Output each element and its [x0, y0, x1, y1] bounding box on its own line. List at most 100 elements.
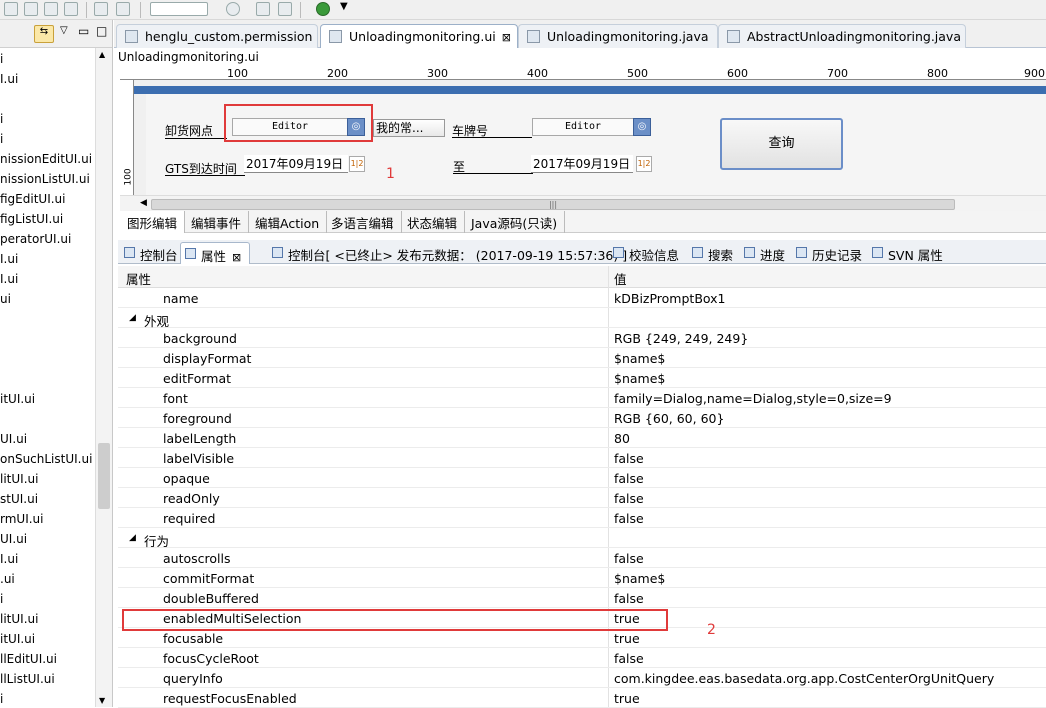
toolbar-icon-4[interactable] [64, 2, 78, 16]
tree-item[interactable]: figEditUI.ui [0, 192, 66, 206]
property-value[interactable]: false [614, 551, 644, 566]
tab-abstract-unloadingmonitoring-java[interactable]: AbstractUnloadingmonitoring.java [718, 24, 966, 48]
tab-console-publish[interactable]: 控制台[ <已终止> 发布元数据： (2017-09-19 15:57:36) … [268, 242, 631, 264]
toolbar-icon-7[interactable] [256, 2, 270, 16]
minimize-icon[interactable]: ▭ [78, 24, 89, 38]
tree-item[interactable]: i [0, 692, 3, 706]
plate-number-editor[interactable]: Editor [532, 118, 634, 136]
tab-henglu-permission[interactable]: henglu_custom.permission [116, 24, 318, 48]
scroll-down-icon[interactable]: ▼ [99, 696, 105, 705]
tab-state-edit[interactable]: 状态编辑 [400, 211, 466, 233]
tree-item[interactable]: nissionEditUI.ui [0, 152, 92, 166]
property-value[interactable]: RGB {60, 60, 60} [614, 411, 724, 426]
tab-svn-properties[interactable]: SVN 属性 [868, 242, 947, 264]
package-explorer-scrollbar[interactable]: ▲ ▼ [95, 48, 112, 707]
tab-multilang-edit[interactable]: 多语言编辑 [324, 211, 402, 233]
close-tab-icon[interactable]: ⊠ [502, 31, 511, 44]
property-value[interactable]: false [614, 451, 644, 466]
property-row[interactable]: background RGB {249, 249, 249} [118, 328, 1046, 348]
tree-item[interactable]: I.ui [0, 252, 18, 266]
property-row[interactable]: labelVisible false [118, 448, 1046, 468]
tree-item[interactable]: UI.ui [0, 532, 27, 546]
link-editor-icon[interactable]: ⇆ [34, 25, 54, 43]
property-row[interactable]: commitFormat $name$ [118, 568, 1046, 588]
tab-unloadingmonitoring-java[interactable]: Unloadingmonitoring.java [518, 24, 718, 48]
property-value[interactable]: false [614, 511, 644, 526]
debug-icon[interactable] [226, 2, 240, 16]
tree-item[interactable]: I.ui [0, 72, 18, 86]
run-icon[interactable] [316, 2, 330, 16]
run-dropdown-icon[interactable]: ▼ [340, 1, 348, 12]
toolbar-icon-8[interactable] [278, 2, 292, 16]
expand-icon[interactable]: ◢ [129, 313, 136, 323]
tree-item[interactable]: i [0, 112, 3, 126]
tree-item[interactable]: litUI.ui [0, 472, 38, 486]
my-common-button[interactable]: 我的常... [373, 119, 445, 137]
tree-item[interactable]: i [0, 132, 3, 146]
tab-edit-events[interactable]: 编辑事件 [184, 211, 250, 233]
tab-validation[interactable]: 校验信息 [609, 242, 683, 264]
scroll-thumb[interactable] [98, 443, 110, 509]
property-row[interactable]: focusCycleRoot false [118, 648, 1046, 668]
tab-edit-action[interactable]: 编辑Action [248, 211, 328, 233]
expand-icon[interactable]: ◢ [129, 533, 136, 543]
scroll-up-icon[interactable]: ▲ [99, 50, 105, 59]
tree-item[interactable]: .ui [0, 572, 15, 586]
tree-item[interactable]: I.ui [0, 272, 18, 286]
tree-item[interactable]: stUI.ui [0, 492, 38, 506]
property-value[interactable]: 80 [614, 431, 630, 446]
property-value[interactable]: kDBizPromptBox1 [614, 291, 726, 306]
calendar-icon[interactable]: 1|2 [349, 156, 365, 172]
view-menu-icon[interactable]: ▽ [60, 25, 68, 36]
toolbar-icon-3[interactable] [44, 2, 58, 16]
tree-item[interactable]: llEditUI.ui [0, 652, 57, 666]
property-row[interactable]: name kDBizPromptBox1 [118, 288, 1046, 308]
tree-item[interactable]: UI.ui [0, 432, 27, 446]
property-row[interactable]: required false [118, 508, 1046, 528]
canvas-hscrollbar[interactable]: ◀ ||| [120, 195, 1046, 211]
property-value[interactable]: RGB {249, 249, 249} [614, 331, 748, 346]
tab-graphic-edit[interactable]: 图形编辑 [120, 211, 186, 233]
property-value[interactable]: family=Dialog,name=Dialog,style=0,size=9 [614, 391, 892, 406]
tree-item[interactable]: litUI.ui [0, 612, 38, 626]
toolbar-icon-6[interactable] [116, 2, 130, 16]
date-from-field[interactable]: 2017年09月19日 [244, 155, 348, 173]
property-category[interactable]: ◢ 外观 [118, 308, 1046, 329]
tree-item[interactable]: peratorUI.ui [0, 232, 71, 246]
property-value[interactable]: false [614, 591, 644, 606]
property-value[interactable]: true [614, 691, 640, 706]
tree-item[interactable]: i [0, 52, 3, 66]
prompt-picker-icon[interactable]: ◎ [633, 118, 651, 136]
property-row[interactable]: displayFormat $name$ [118, 348, 1046, 368]
tree-item[interactable]: llListUI.ui [0, 672, 55, 686]
property-row[interactable]: focusable true [118, 628, 1046, 648]
hscroll-thumb[interactable]: ||| [151, 199, 955, 210]
tab-java-source[interactable]: Java源码(只读) [464, 211, 566, 233]
date-to-field[interactable]: 2017年09月19日 [531, 155, 633, 173]
tab-progress[interactable]: 进度 [740, 242, 789, 264]
tree-item[interactable]: itUI.ui [0, 632, 35, 646]
property-value[interactable]: $name$ [614, 371, 665, 386]
tree-item[interactable]: I.ui [0, 552, 18, 566]
property-row[interactable]: foreground RGB {60, 60, 60} [118, 408, 1046, 428]
tree-item[interactable]: rmUI.ui [0, 512, 44, 526]
property-value[interactable]: false [614, 471, 644, 486]
toolbar-combo[interactable] [150, 2, 208, 16]
tab-history[interactable]: 历史记录 [792, 242, 866, 264]
property-row[interactable]: requestFocusEnabled true [118, 688, 1046, 708]
property-category[interactable]: ◢ 行为 [118, 528, 1046, 549]
property-row[interactable]: font family=Dialog,name=Dialog,style=0,si… [118, 388, 1046, 408]
tree-item[interactable]: onSuchListUI.ui [0, 452, 92, 466]
property-value[interactable]: $name$ [614, 351, 665, 366]
property-value[interactable]: false [614, 651, 644, 666]
property-value[interactable]: false [614, 491, 644, 506]
tree-item[interactable]: i [0, 592, 3, 606]
property-row[interactable]: labelLength 80 [118, 428, 1046, 448]
property-row[interactable]: readOnly false [118, 488, 1046, 508]
query-button[interactable]: 查询 [720, 118, 843, 170]
property-row[interactable]: doubleBuffered false [118, 588, 1046, 608]
tab-search[interactable]: 搜索 [688, 242, 737, 264]
property-row[interactable]: editFormat $name$ [118, 368, 1046, 388]
scroll-left-icon[interactable]: ◀ [140, 198, 147, 208]
toolbar-icon-1[interactable] [4, 2, 18, 16]
